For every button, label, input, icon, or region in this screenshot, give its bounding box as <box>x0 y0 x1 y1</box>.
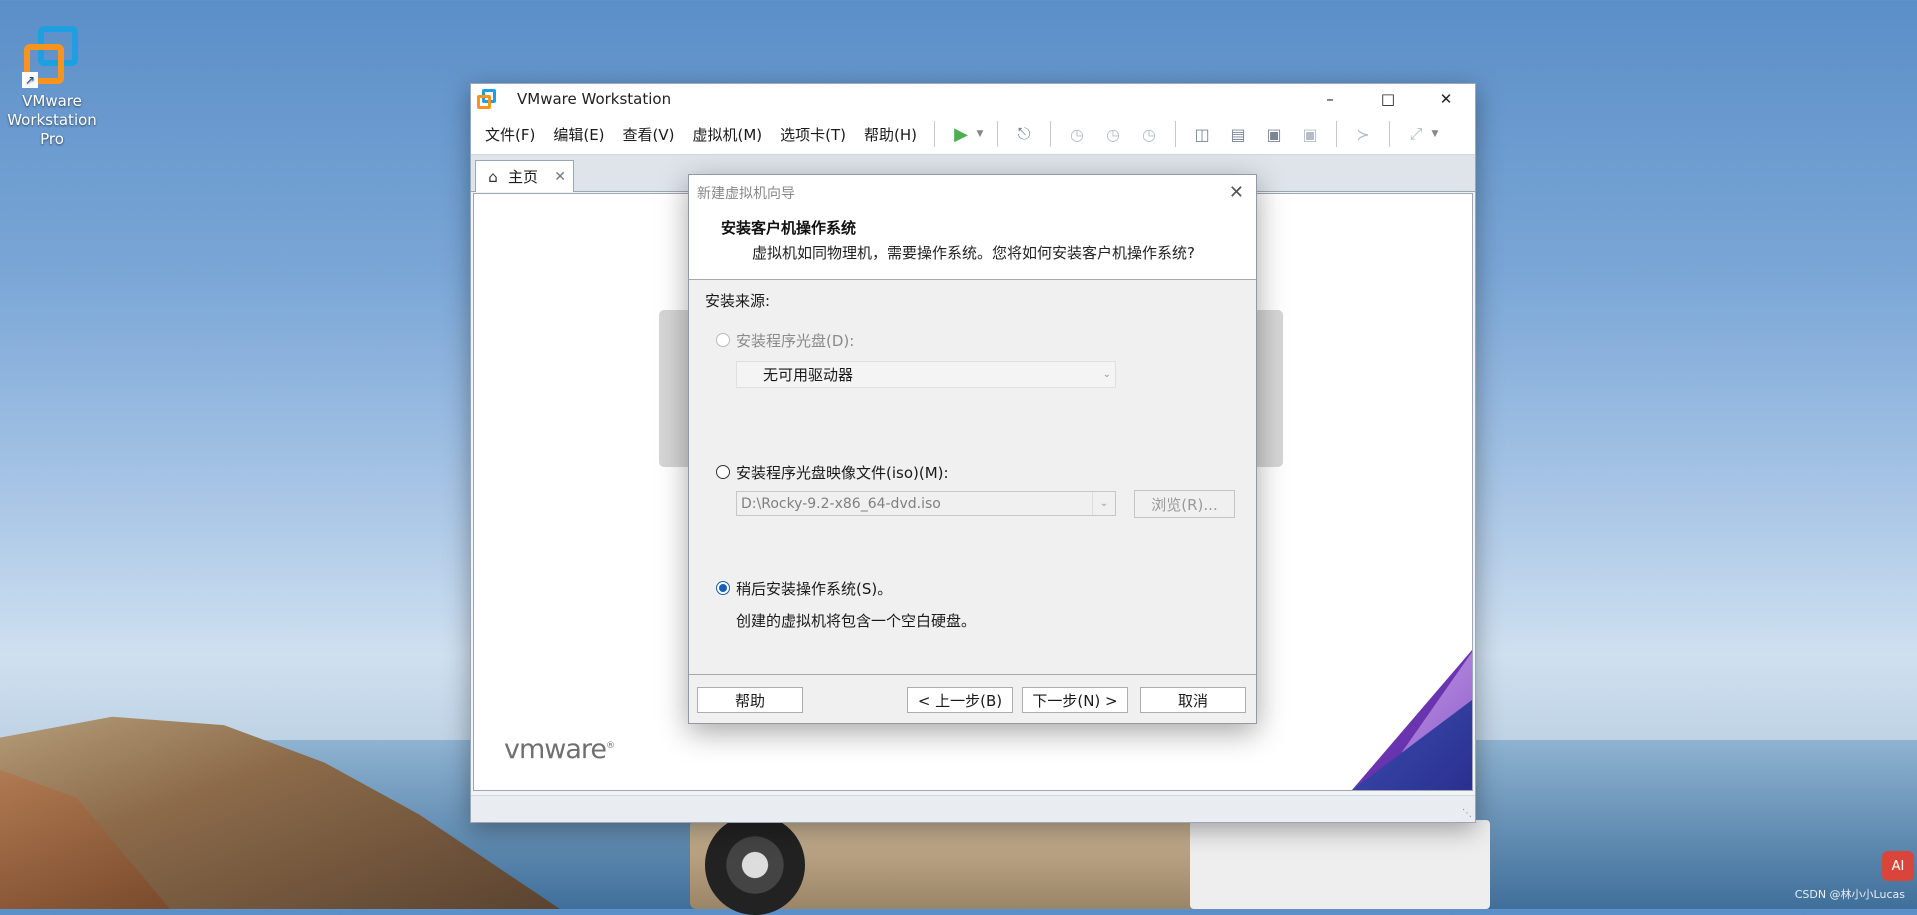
dialog-subheading: 虚拟机如同物理机，需要操作系统。您将如何安装客户机操作系统? <box>752 244 1195 262</box>
dialog-footer: 帮助 < 上一步(B) 下一步(N) > 取消 <box>689 674 1256 723</box>
tab-home[interactable]: ⌂ 主页 ✕ <box>475 160 574 192</box>
snapshot-manager-icon[interactable]: ◷ <box>1137 122 1161 146</box>
dialog-title: 新建虚拟机向导 <box>697 186 795 202</box>
library-view-icon[interactable]: ◫ <box>1190 122 1214 146</box>
radio-installer-disc[interactable] <box>716 333 730 347</box>
close-button[interactable]: ✕ <box>1417 84 1475 114</box>
dialog-header: 安装客户机操作系统 虚拟机如同物理机，需要操作系统。您将如何安装客户机操作系统? <box>689 211 1256 280</box>
resize-grip-icon[interactable]: ⋱ <box>1462 809 1472 819</box>
help-button[interactable]: 帮助 <box>697 687 803 713</box>
toolbar-separator <box>997 121 999 147</box>
browse-button[interactable]: 浏览(R)... <box>1134 490 1235 518</box>
vmware-wordmark: vmware® <box>504 734 615 765</box>
drive-select-value: 无可用驱动器 <box>763 366 854 384</box>
iso-path-combobox[interactable]: D:\Rocky-9.2-x86_64-dvd.iso ⌄ <box>736 491 1116 516</box>
thumbnail-bar-icon[interactable]: ▤ <box>1226 122 1250 146</box>
toolbar-separator <box>1336 121 1338 147</box>
unity-icon[interactable]: ▣ <box>1298 122 1322 146</box>
power-on-icon[interactable]: ▶ <box>949 122 973 146</box>
send-ctrl-alt-del-icon[interactable]: ⎋ <box>1012 122 1036 146</box>
chevron-down-icon[interactable]: ⌄ <box>1092 492 1115 515</box>
menu-vm[interactable]: 虚拟机(M) <box>684 124 772 145</box>
snapshot-take-icon[interactable]: ◷ <box>1065 122 1089 146</box>
iso-path-value: D:\Rocky-9.2-x86_64-dvd.iso <box>741 495 941 512</box>
snapshot-revert-icon[interactable]: ◷ <box>1101 122 1125 146</box>
menubar: 文件(F) 编辑(E) 查看(V) 虚拟机(M) 选项卡(T) 帮助(H) ▶ … <box>471 114 1475 155</box>
dialog-body: 安装来源: 安装程序光盘(D): 无可用驱动器 ⌄ 安装程序光盘映像文件(iso… <box>689 280 1256 670</box>
desktop-icon-vmware[interactable]: ↗ VMware Workstation Pro <box>4 24 100 149</box>
stretch-guest-icon[interactable]: ⤢ <box>1404 122 1428 146</box>
menu-edit[interactable]: 编辑(E) <box>544 124 613 145</box>
menu-view[interactable]: 查看(V) <box>614 124 684 145</box>
status-bar: ⋱ <box>471 795 1475 822</box>
shortcut-arrow-icon: ↗ <box>22 72 38 88</box>
vmware-logo-icon <box>477 89 497 109</box>
window-title: VMware Workstation <box>517 90 672 108</box>
console-view-icon[interactable]: ≻ <box>1351 122 1375 146</box>
vmware-wordmark-text: vmware <box>504 734 607 765</box>
install-later-label: 稍后安装操作系统(S)。 <box>736 580 893 598</box>
stretch-dropdown-icon[interactable]: ▼ <box>1430 122 1440 146</box>
cancel-button[interactable]: 取消 <box>1140 687 1246 713</box>
dialog-close-icon[interactable]: ✕ <box>1229 182 1244 203</box>
radio-install-later[interactable] <box>716 581 730 595</box>
back-button[interactable]: < 上一步(B) <box>907 687 1013 713</box>
chevron-down-icon: ⌄ <box>1102 369 1111 380</box>
ai-assistant-badge[interactable]: AI <box>1882 851 1914 881</box>
csdn-watermark: CSDN @林小小Lucas <box>1794 888 1905 901</box>
new-vm-wizard-dialog: 新建虚拟机向导 ✕ 安装客户机操作系统 虚拟机如同物理机，需要操作系统。您将如何… <box>688 174 1257 724</box>
install-later-description: 创建的虚拟机将包含一个空白硬盘。 <box>736 612 977 630</box>
installer-disc-label: 安装程序光盘(D): <box>736 332 855 350</box>
install-source-label: 安装来源: <box>705 292 771 310</box>
toolbar-separator <box>1050 121 1052 147</box>
window-titlebar[interactable]: VMware Workstation – □ ✕ <box>471 84 1475 114</box>
toolbar-separator <box>1175 121 1177 147</box>
maximize-button[interactable]: □ <box>1359 84 1417 114</box>
toolbar-separator <box>934 121 936 147</box>
drive-select[interactable]: 无可用驱动器 ⌄ <box>736 361 1116 388</box>
desktop-icon-label: VMware Workstation Pro <box>7 92 97 148</box>
minimize-button[interactable]: – <box>1301 84 1359 114</box>
toolbar-separator <box>1389 121 1391 147</box>
vehicle-white-body <box>1190 820 1490 909</box>
vehicle-wheel <box>705 815 805 915</box>
dialog-titlebar[interactable]: 新建虚拟机向导 ✕ <box>689 175 1256 211</box>
dialog-heading: 安装客户机操作系统 <box>721 219 857 237</box>
desktop-vehicle <box>690 815 1490 915</box>
next-button[interactable]: 下一步(N) > <box>1022 687 1128 713</box>
fullscreen-icon[interactable]: ▣ <box>1262 122 1286 146</box>
menu-file[interactable]: 文件(F) <box>476 124 544 145</box>
radio-iso-image[interactable] <box>716 465 730 479</box>
brand-graphic-blue <box>1352 700 1472 790</box>
menu-help[interactable]: 帮助(H) <box>855 124 926 145</box>
home-icon: ⌂ <box>488 167 498 186</box>
iso-image-label: 安装程序光盘映像文件(iso)(M): <box>736 464 949 482</box>
power-dropdown-icon[interactable]: ▼ <box>975 122 985 146</box>
vmware-app-icon: ↗ <box>20 24 84 88</box>
tab-home-label: 主页 <box>508 168 539 186</box>
tab-close-icon[interactable]: ✕ <box>554 169 566 185</box>
menu-tabs[interactable]: 选项卡(T) <box>771 124 855 145</box>
